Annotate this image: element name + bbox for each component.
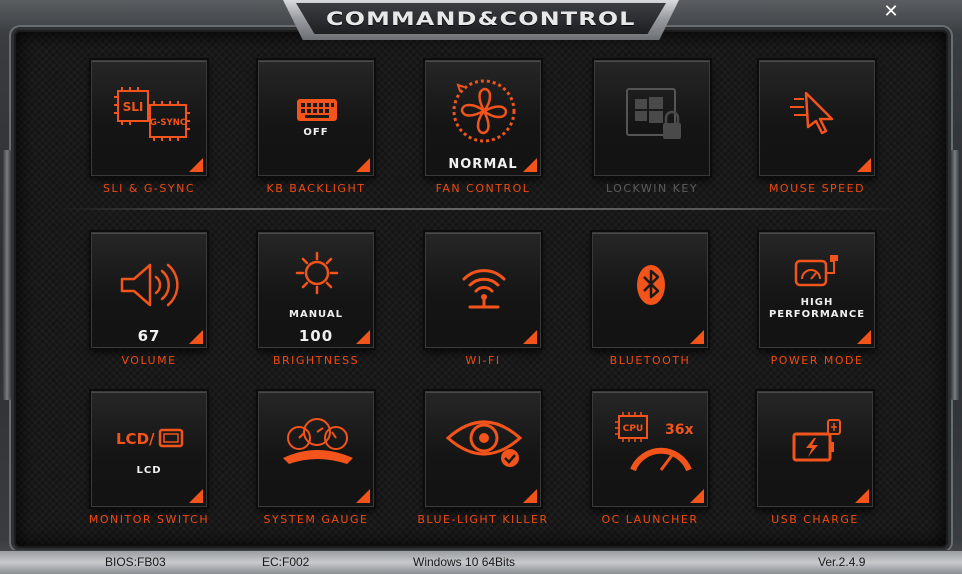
tile-usb-charge[interactable] [757, 391, 873, 507]
label-lockwin-key: LOCKWIN KEY [605, 182, 699, 195]
monitor-switch-status: LCD [136, 465, 162, 476]
title-bar: COMMAND&CONTROL [296, 3, 666, 34]
tile-brightness[interactable]: MANUAL 100 [258, 232, 374, 348]
tile-corner-indicator [855, 489, 869, 503]
label-fan-control: FAN CONTROL [435, 182, 531, 195]
tile-volume[interactable]: 67 [91, 232, 207, 348]
tile-mouse-speed[interactable] [759, 60, 875, 176]
label-brightness: BRIGHTNESS [272, 354, 360, 367]
label-wifi: WI-FI [465, 354, 501, 367]
kb-backlight-status: OFF [303, 127, 329, 138]
label-power-mode: POWER MODE [770, 354, 864, 367]
label-volume: VOLUME [121, 354, 177, 367]
label-kb-backlight: KB BACKLIGHT [266, 182, 366, 195]
tile-corner-indicator [189, 330, 203, 344]
tile-corner-indicator [356, 330, 370, 344]
tile-system-gauge[interactable] [258, 391, 374, 507]
tile-corner-indicator [523, 489, 537, 503]
tile-corner-indicator [857, 158, 871, 172]
tile-corner-indicator [523, 330, 537, 344]
close-button[interactable]: ✕ [880, 2, 902, 22]
tile-oc-launcher[interactable]: CPU 36x [592, 391, 708, 507]
svg-text:G-SYNC: G-SYNC [150, 118, 186, 128]
tile-corner-indicator [690, 330, 704, 344]
windows-lock-icon [626, 88, 681, 139]
tile-corner-indicator [356, 158, 370, 172]
tile-monitor-switch[interactable]: LCD/ LCD [91, 391, 207, 507]
label-sli-gsync: SLI & G-SYNC [102, 182, 196, 195]
power-mode-status-line1: HIGH [800, 297, 834, 308]
label-mouse-speed: MOUSE SPEED [768, 182, 866, 195]
tile-kb-backlight[interactable]: OFF [258, 60, 374, 176]
row-divider-1 [60, 208, 902, 210]
tile-wifi[interactable] [425, 232, 541, 348]
tile-lockwin-key[interactable] [594, 60, 710, 176]
svg-text:36x: 36x [665, 422, 694, 438]
tile-corner-indicator [857, 330, 871, 344]
label-oc-launcher: OC LAUNCHER [601, 513, 699, 526]
tile-fan-control[interactable]: NORMAL [425, 60, 541, 176]
tile-corner-indicator [523, 158, 537, 172]
app-version: Ver.2.4.9 [818, 555, 866, 569]
window-title: COMMAND&CONTROL [326, 7, 636, 30]
brightness-mode: MANUAL [289, 309, 343, 320]
svg-text:SLI: SLI [123, 100, 144, 114]
tile-sli-gsync[interactable]: SLI G-SYNC [91, 60, 207, 176]
tile-corner-indicator [189, 158, 203, 172]
power-mode-status-line2: PERFORMANCE [768, 309, 866, 320]
right-rail [950, 150, 960, 400]
label-system-gauge: SYSTEM GAUGE [263, 513, 369, 526]
os-info: Windows 10 64Bits [413, 555, 516, 569]
label-monitor-switch: MONITOR SWITCH [88, 513, 210, 526]
bios-version: BIOS:FB03 [105, 555, 166, 569]
tile-bluetooth[interactable] [592, 232, 708, 348]
tile-power-mode[interactable]: HIGH PERFORMANCE [759, 232, 875, 348]
tile-corner-indicator [189, 489, 203, 503]
status-bar: BIOS:FB03 EC:F002 Windows 10 64Bits Ver.… [0, 550, 962, 574]
svg-text:LCD/: LCD/ [116, 430, 155, 448]
left-rail [2, 150, 12, 400]
ec-version: EC:F002 [262, 555, 310, 569]
label-usb-charge: USB CHARGE [771, 513, 859, 526]
tile-corner-indicator [690, 489, 704, 503]
tile-corner-indicator [356, 489, 370, 503]
label-bluetooth: BLUETOOTH [609, 354, 691, 367]
tile-blue-light-killer[interactable] [425, 391, 541, 507]
svg-text:CPU: CPU [623, 424, 644, 434]
label-blue-light-killer: BLUE-LIGHT KILLER [417, 513, 549, 526]
